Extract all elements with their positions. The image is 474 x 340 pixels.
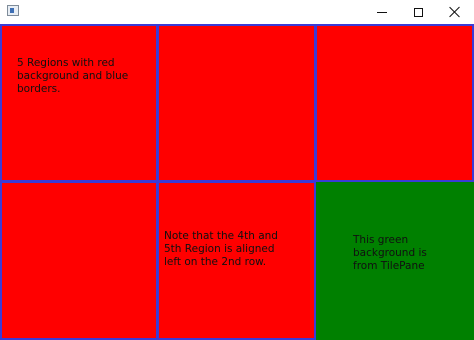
java-app-icon[interactable] <box>7 5 19 16</box>
maximize-icon <box>413 7 423 17</box>
region-3 <box>315 24 474 182</box>
title-bar[interactable] <box>0 0 474 24</box>
region-1-label: 5 Regions with red background and blue b… <box>17 57 129 95</box>
close-button[interactable] <box>437 0 473 24</box>
region-4 <box>0 181 158 340</box>
tilepane-background-note: This green background is from TilePane <box>353 234 427 272</box>
minimize-icon <box>377 11 387 13</box>
application-window: 5 Regions with red background and blue b… <box>0 0 474 340</box>
close-icon <box>449 6 461 18</box>
region-2 <box>157 24 316 182</box>
region-1 <box>0 24 158 182</box>
region-5-label: Note that the 4th and 5th Region is alig… <box>164 230 278 268</box>
tile-pane: 5 Regions with red background and blue b… <box>0 24 474 340</box>
maximize-button[interactable] <box>400 0 436 24</box>
minimize-button[interactable] <box>364 0 400 24</box>
